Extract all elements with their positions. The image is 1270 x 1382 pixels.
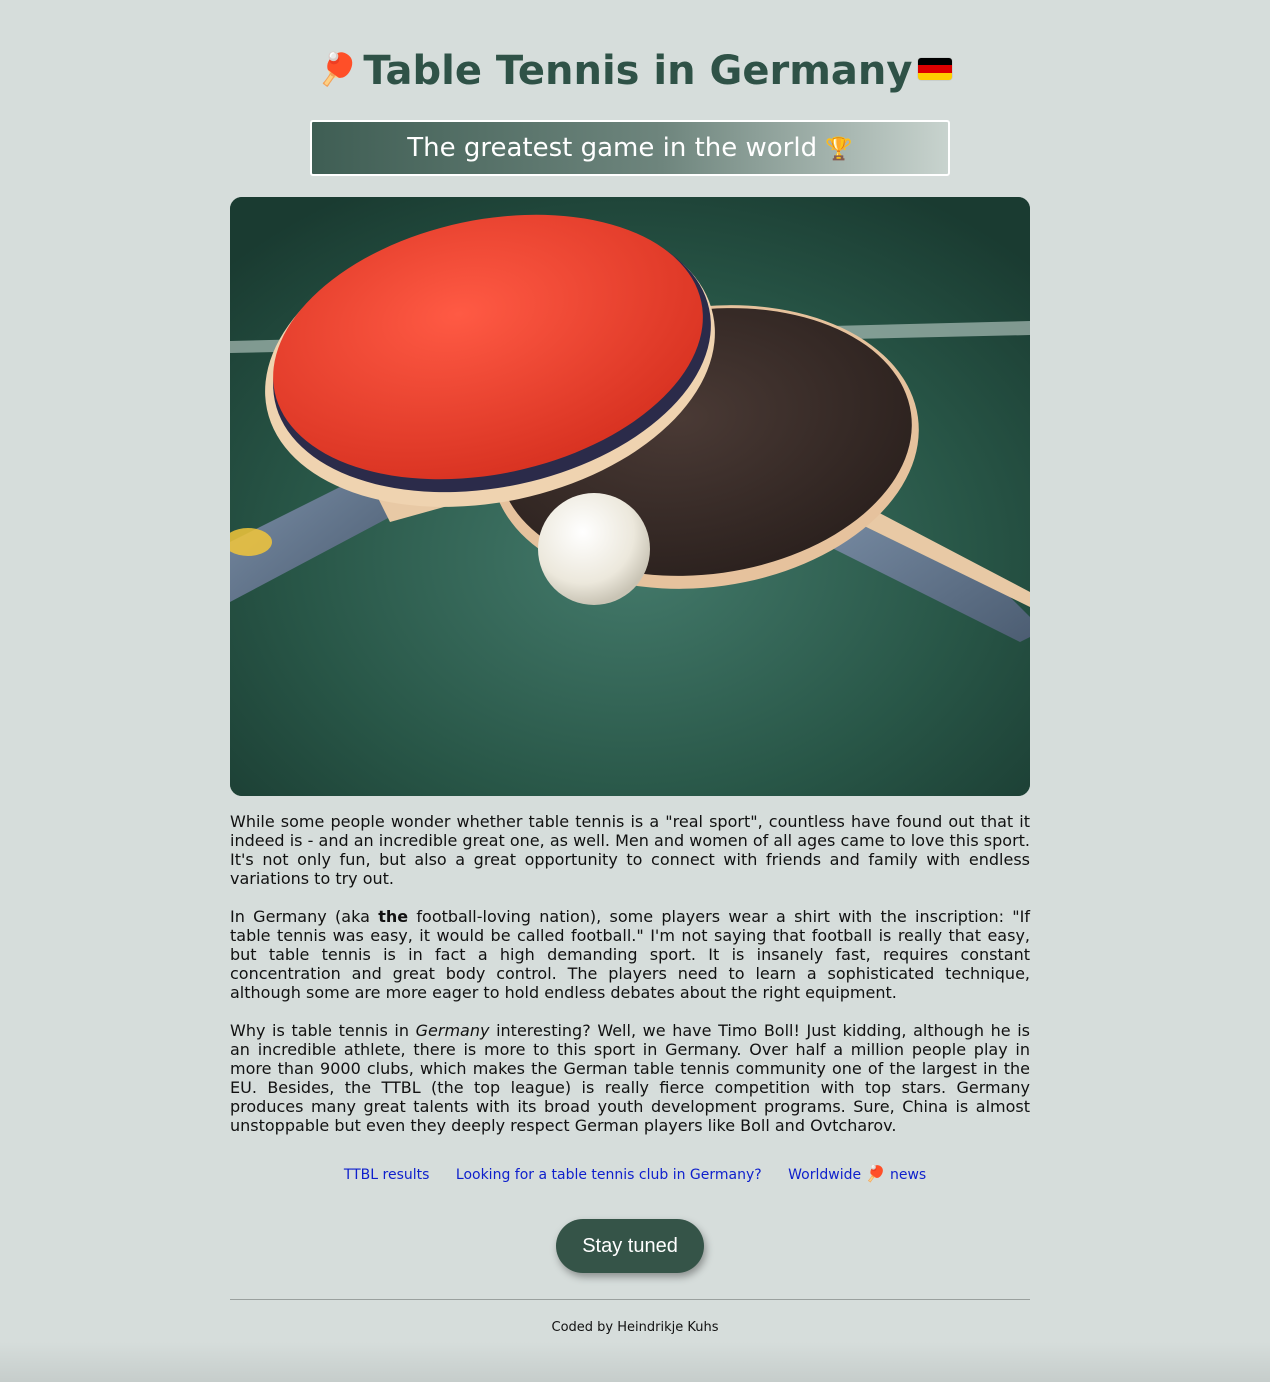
paddles-and-ball-photo: [230, 197, 1030, 796]
ball: [538, 493, 650, 605]
article-paragraph-3: Why is table tennis in Germany interesti…: [230, 1021, 1030, 1135]
article-paragraph-1: While some people wonder whether table t…: [230, 812, 1030, 888]
subtitle-text: The greatest game in the world: [407, 133, 818, 163]
club-finder-link[interactable]: Looking for a table tennis club in Germa…: [456, 1167, 762, 1183]
link-bar: TTBL results Looking for a table tennis …: [0, 1163, 1270, 1186]
ping-pong-paddle-icon: 🏓: [865, 1164, 886, 1183]
ping-pong-paddle-icon: 🏓: [317, 50, 358, 88]
divider: [230, 1299, 1030, 1300]
emphasis-germany: Germany: [415, 1021, 490, 1040]
worldwide-news-link[interactable]: Worldwide 🏓 news: [788, 1164, 926, 1183]
stay-tuned-button[interactable]: Stay tuned: [556, 1219, 704, 1273]
page-title: 🏓 Table Tennis in Germany: [0, 40, 1270, 100]
bottom-shade: [0, 1342, 1270, 1382]
article: While some people wonder whether table t…: [230, 812, 1030, 1154]
page: 🏓 Table Tennis in Germany The greatest ga…: [0, 0, 1270, 1382]
footer-credit: Coded by Heindrikje Kuhs: [551, 1320, 719, 1335]
hero-image: [230, 197, 1030, 796]
article-paragraph-2: In Germany (aka the football-loving nati…: [230, 907, 1030, 1002]
subtitle-banner: The greatest game in the world 🏆: [310, 120, 950, 176]
emphasis-the: the: [378, 907, 409, 926]
germany-flag-icon: [918, 58, 953, 80]
trophy-icon: 🏆: [825, 137, 853, 162]
ttbl-results-link[interactable]: TTBL results: [344, 1167, 430, 1183]
page-title-text: Table Tennis in Germany: [363, 48, 913, 94]
